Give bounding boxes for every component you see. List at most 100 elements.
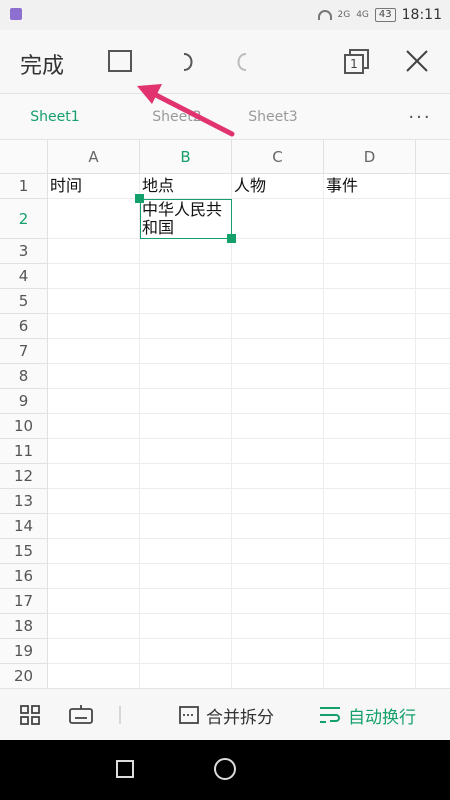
cell-d8[interactable]: [324, 364, 416, 389]
cell-b8[interactable]: [140, 364, 232, 389]
undo-icon[interactable]: [178, 50, 202, 74]
row-header-4[interactable]: 4: [0, 264, 48, 289]
col-header-d[interactable]: D: [324, 140, 416, 174]
cell-d11[interactable]: [324, 439, 416, 464]
windows-icon[interactable]: 1: [342, 48, 370, 76]
row-header-12[interactable]: 12: [0, 464, 48, 489]
cell-a12[interactable]: [48, 464, 140, 489]
cell-a17[interactable]: [48, 589, 140, 614]
cell-e8[interactable]: [416, 364, 450, 389]
cell-d4[interactable]: [324, 264, 416, 289]
cell-d12[interactable]: [324, 464, 416, 489]
merge-split-button[interactable]: 合并拆分: [178, 689, 274, 741]
cell-b3[interactable]: [140, 239, 232, 264]
cell-b10[interactable]: [140, 414, 232, 439]
cell-e14[interactable]: [416, 514, 450, 539]
cell-c16[interactable]: [232, 564, 324, 589]
cell-a13[interactable]: [48, 489, 140, 514]
cell-b9[interactable]: [140, 389, 232, 414]
row-header-1[interactable]: 1: [0, 174, 48, 199]
cell-a6[interactable]: [48, 314, 140, 339]
cell-e17[interactable]: [416, 589, 450, 614]
cell-e19[interactable]: [416, 639, 450, 664]
col-header-a[interactable]: A: [48, 140, 140, 174]
recents-button[interactable]: [116, 760, 134, 778]
cell-b4[interactable]: [140, 264, 232, 289]
cell-e10[interactable]: [416, 414, 450, 439]
row-header-3[interactable]: 3: [0, 239, 48, 264]
cell-e3[interactable]: [416, 239, 450, 264]
cell-d5[interactable]: [324, 289, 416, 314]
select-all-corner[interactable]: [0, 140, 48, 174]
cell-b7[interactable]: [140, 339, 232, 364]
cell-d18[interactable]: [324, 614, 416, 639]
cell-a4[interactable]: [48, 264, 140, 289]
cell-e9[interactable]: [416, 389, 450, 414]
row-header-2[interactable]: 2: [0, 199, 48, 239]
cell-d19[interactable]: [324, 639, 416, 664]
row-header-14[interactable]: 14: [0, 514, 48, 539]
row-header-19[interactable]: 19: [0, 639, 48, 664]
cell-c7[interactable]: [232, 339, 324, 364]
cell-b12[interactable]: [140, 464, 232, 489]
selection-handle-bottom-right[interactable]: [227, 234, 236, 243]
cell-e20[interactable]: [416, 664, 450, 688]
cell-c15[interactable]: [232, 539, 324, 564]
cell-d16[interactable]: [324, 564, 416, 589]
row-header-16[interactable]: 16: [0, 564, 48, 589]
cell-a2[interactable]: [48, 199, 140, 239]
cell-a10[interactable]: [48, 414, 140, 439]
cell-b17[interactable]: [140, 589, 232, 614]
selection-handle-top-left[interactable]: [135, 194, 144, 203]
cell-c5[interactable]: [232, 289, 324, 314]
cell-e16[interactable]: [416, 564, 450, 589]
cell-b15[interactable]: [140, 539, 232, 564]
cell-c12[interactable]: [232, 464, 324, 489]
cell-b2[interactable]: 中华人民共和国: [140, 199, 232, 239]
cell-c2[interactable]: [232, 199, 324, 239]
cell-b1[interactable]: 地点: [140, 174, 232, 199]
cell-c19[interactable]: [232, 639, 324, 664]
cell-e15[interactable]: [416, 539, 450, 564]
cell-e4[interactable]: [416, 264, 450, 289]
cell-c10[interactable]: [232, 414, 324, 439]
cell-d13[interactable]: [324, 489, 416, 514]
cell-a14[interactable]: [48, 514, 140, 539]
home-button[interactable]: [214, 758, 236, 780]
cell-d1[interactable]: 事件: [324, 174, 416, 199]
row-header-9[interactable]: 9: [0, 389, 48, 414]
col-header-e-partial[interactable]: [416, 140, 450, 174]
cell-e2[interactable]: [416, 199, 450, 239]
more-tabs-button[interactable]: ···: [390, 94, 450, 140]
save-icon[interactable]: [108, 50, 132, 72]
done-button[interactable]: 完成: [20, 48, 64, 80]
auto-wrap-button[interactable]: 自动换行: [318, 689, 416, 741]
cell-a9[interactable]: [48, 389, 140, 414]
cell-a5[interactable]: [48, 289, 140, 314]
cell-c11[interactable]: [232, 439, 324, 464]
cell-e7[interactable]: [416, 339, 450, 364]
cell-b18[interactable]: [140, 614, 232, 639]
cell-c20[interactable]: [232, 664, 324, 688]
tab-sheet1[interactable]: Sheet1: [0, 94, 110, 140]
cell-e11[interactable]: [416, 439, 450, 464]
cell-d9[interactable]: [324, 389, 416, 414]
cell-d17[interactable]: [324, 589, 416, 614]
cell-b20[interactable]: [140, 664, 232, 688]
tab-sheet2[interactable]: Sheet2: [122, 94, 232, 140]
cell-d6[interactable]: [324, 314, 416, 339]
row-header-8[interactable]: 8: [0, 364, 48, 389]
row-header-10[interactable]: 10: [0, 414, 48, 439]
cell-a15[interactable]: [48, 539, 140, 564]
cell-b11[interactable]: [140, 439, 232, 464]
cell-c9[interactable]: [232, 389, 324, 414]
row-header-5[interactable]: 5: [0, 289, 48, 314]
cell-d7[interactable]: [324, 339, 416, 364]
cell-d15[interactable]: [324, 539, 416, 564]
row-header-17[interactable]: 17: [0, 589, 48, 614]
row-header-15[interactable]: 15: [0, 539, 48, 564]
cell-c13[interactable]: [232, 489, 324, 514]
cell-b13[interactable]: [140, 489, 232, 514]
row-header-6[interactable]: 6: [0, 314, 48, 339]
cell-a20[interactable]: [48, 664, 140, 688]
